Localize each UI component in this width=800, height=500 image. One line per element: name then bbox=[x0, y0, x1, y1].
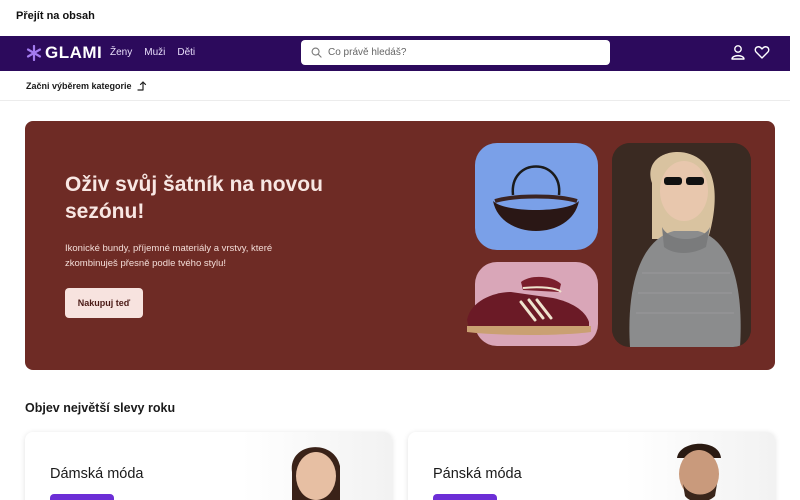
mens-fashion-button[interactable] bbox=[433, 494, 497, 500]
mens-fashion-card[interactable]: Pánská móda bbox=[408, 432, 775, 500]
deals-section-title: Objev největší slevy roku bbox=[25, 401, 176, 415]
choose-category-link[interactable]: Začni výběrem kategorie bbox=[26, 80, 148, 91]
womens-fashion-button[interactable] bbox=[50, 494, 114, 500]
glami-logo[interactable]: GLAMI bbox=[26, 43, 102, 63]
logo-text: GLAMI bbox=[45, 43, 103, 62]
nav-item-men[interactable]: Muži bbox=[144, 47, 165, 58]
handbag-icon bbox=[493, 165, 579, 231]
sneakers-image[interactable] bbox=[467, 262, 598, 346]
card-title: Dámská móda bbox=[50, 466, 144, 482]
search-input[interactable] bbox=[328, 47, 598, 58]
sneaker-icon bbox=[467, 276, 591, 335]
search-bar[interactable] bbox=[301, 40, 610, 65]
asterisk-logo-icon bbox=[26, 45, 42, 61]
hero-subtitle: Ikonické bundy, příjemné materiály a vrs… bbox=[65, 243, 273, 269]
category-bar: Začni výběrem kategorie bbox=[0, 71, 790, 101]
search-icon bbox=[311, 47, 322, 58]
womens-fashion-card[interactable]: Dámská móda bbox=[25, 432, 392, 500]
favorites-heart-icon[interactable] bbox=[754, 44, 770, 60]
hero-title: Oživ svůj šatník na novou sezónu! bbox=[65, 173, 323, 223]
nav-item-kids[interactable]: Děti bbox=[177, 47, 195, 58]
woman-in-sweater-illustration bbox=[612, 143, 751, 347]
model-photo[interactable] bbox=[612, 143, 751, 347]
main-nav: Ženy Muži Děti bbox=[110, 47, 195, 58]
smiling-woman-illustration bbox=[291, 447, 340, 500]
user-account-icon[interactable] bbox=[730, 44, 746, 60]
choose-category-label: Začni výběrem kategorie bbox=[26, 80, 132, 91]
nav-item-women[interactable]: Ženy bbox=[110, 47, 132, 58]
woman-photo bbox=[242, 432, 392, 500]
shop-now-button[interactable]: Nakupuj teď bbox=[65, 288, 143, 318]
hero-banner[interactable]: Oživ svůj šatník na novou sezónu! Ikonic… bbox=[25, 121, 775, 370]
man-photo bbox=[625, 432, 775, 500]
skip-to-content-link[interactable]: Přejít na obsah bbox=[16, 10, 95, 22]
arrow-up-right-icon bbox=[136, 81, 146, 91]
smiling-man-illustration bbox=[677, 443, 721, 500]
handbag-image[interactable] bbox=[475, 143, 598, 250]
card-title: Pánská móda bbox=[433, 466, 522, 482]
